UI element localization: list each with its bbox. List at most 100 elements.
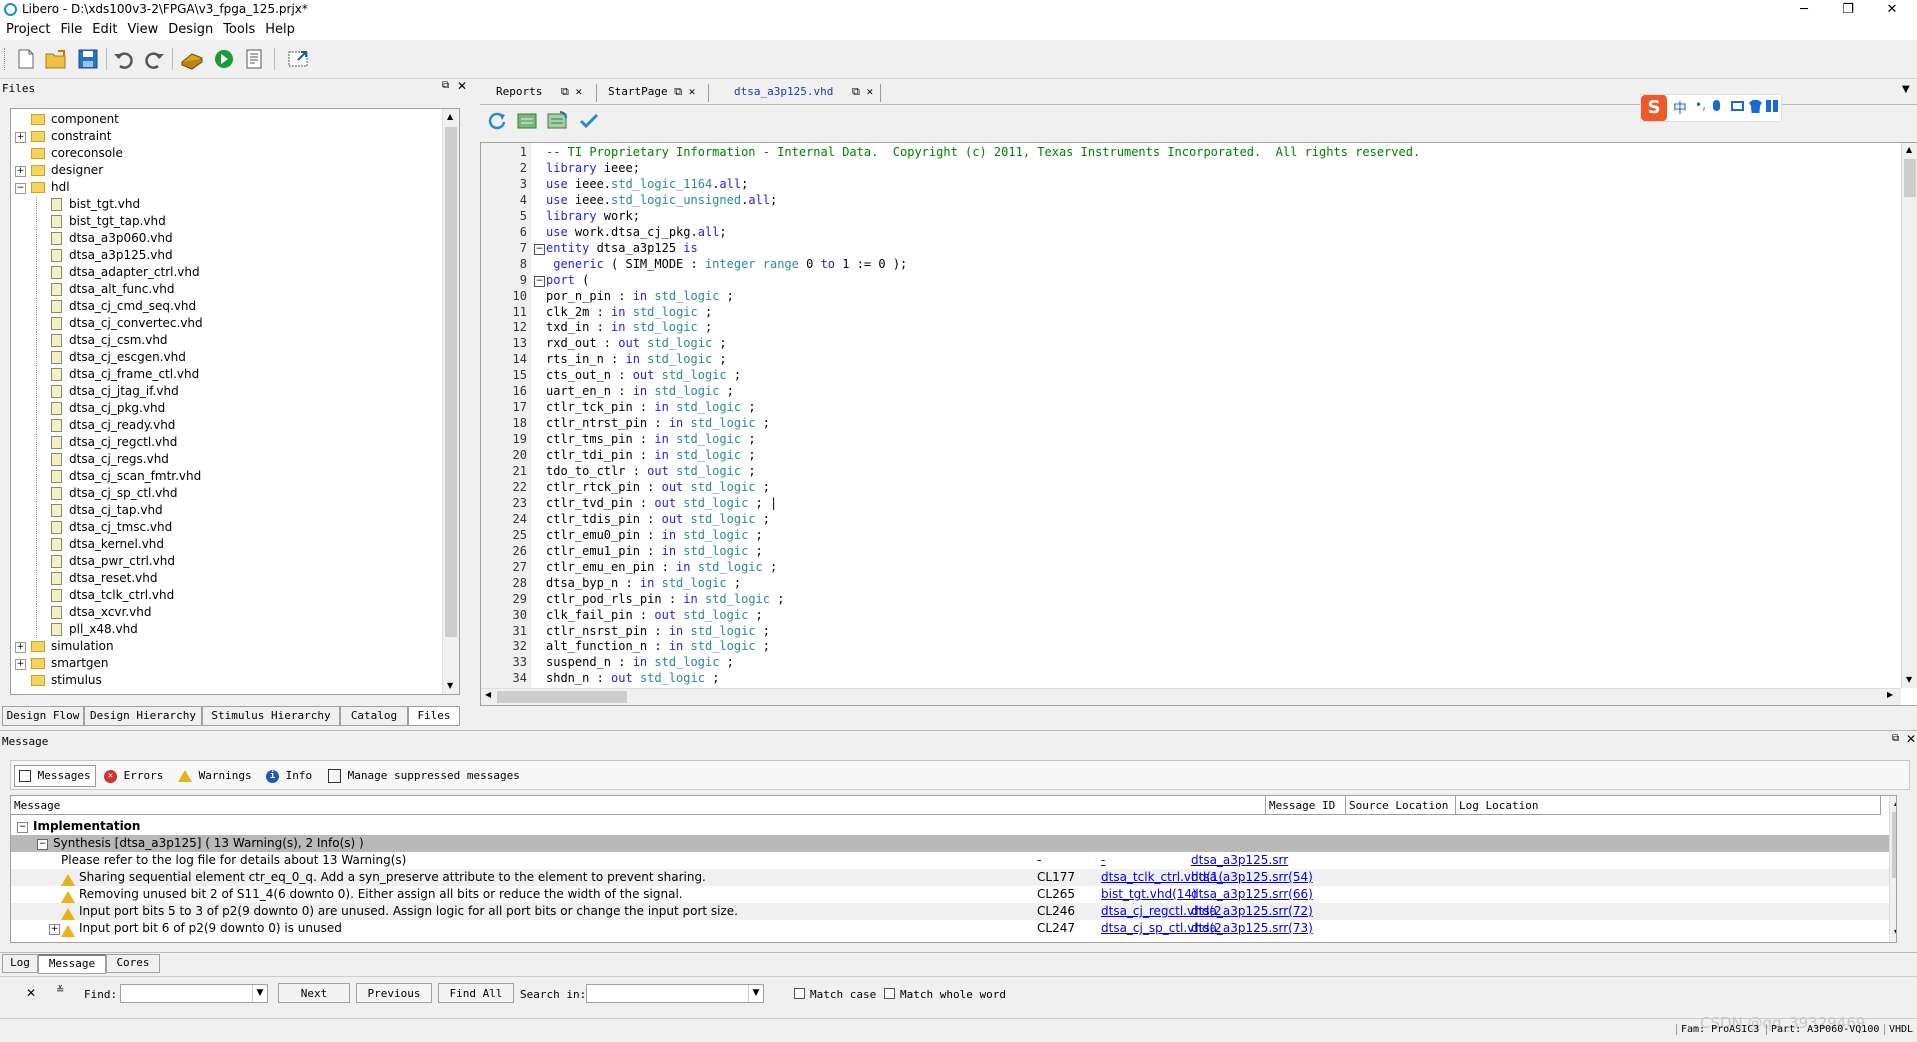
tree-folder[interactable]: + smartgen bbox=[11, 655, 441, 672]
code-line[interactable]: generic ( SIM_MODE : integer range 0 to … bbox=[546, 257, 907, 271]
check-syntax-icon[interactable] bbox=[578, 110, 600, 132]
tree-file[interactable]: dtsa_tclk_ctrl.vhd bbox=[11, 587, 441, 604]
expand-icon[interactable]: + bbox=[15, 659, 26, 670]
tree-folder[interactable]: + designer bbox=[11, 162, 441, 179]
message-row[interactable]: Sharing sequential element ctr_eq_0_q. A… bbox=[11, 869, 1891, 886]
log-location-link[interactable]: dtsa_a3p125.srr(66) bbox=[1191, 886, 1313, 903]
code-line[interactable]: ctlr_tdis_pin : out std_logic ; bbox=[546, 512, 770, 526]
fold-icon[interactable]: − bbox=[534, 243, 545, 255]
expand-icon[interactable]: + bbox=[15, 642, 26, 653]
group-synthesis[interactable]: − Synthesis [dtsa_a3p125] ( 13 Warning(s… bbox=[11, 835, 1894, 852]
source-location-link[interactable]: - bbox=[1101, 852, 1105, 869]
tree-folder[interactable]: stimulus bbox=[11, 672, 441, 689]
code-line[interactable]: tdo_to_ctlr : out std_logic ; bbox=[546, 464, 756, 478]
ime-punctuation-icon[interactable]: •, bbox=[1695, 98, 1706, 112]
next-button[interactable]: Next bbox=[278, 983, 350, 1003]
run-icon[interactable] bbox=[212, 48, 236, 70]
filter-warnings[interactable]: Warnings bbox=[178, 764, 252, 788]
tree-file[interactable]: dtsa_cj_regs.vhd bbox=[11, 451, 441, 468]
refresh-icon[interactable] bbox=[486, 110, 508, 132]
tree-file[interactable]: bist_tgt.vhd bbox=[11, 196, 441, 213]
tab-log[interactable]: Log bbox=[2, 954, 38, 973]
col-log-location[interactable]: Log Location bbox=[1456, 796, 1881, 815]
report-icon[interactable] bbox=[242, 48, 266, 70]
code-line[interactable]: txd_in : in std_logic ; bbox=[546, 320, 712, 334]
fold-icon[interactable]: − bbox=[534, 275, 545, 287]
search-in-select[interactable]: ▼ bbox=[586, 984, 764, 1003]
editor-horizontal-scrollbar[interactable]: ◀ ▶ bbox=[481, 688, 1901, 705]
search-in-dropdown-icon[interactable]: ▼ bbox=[748, 985, 763, 1002]
menu-tools[interactable]: Tools bbox=[217, 20, 259, 37]
menu-help[interactable]: Help bbox=[259, 20, 299, 37]
code-line[interactable]: ctlr_tvd_pin : out std_logic ; | bbox=[546, 496, 777, 510]
tab-list-dropdown-icon[interactable]: ▼ bbox=[1902, 84, 1910, 95]
tree-folder[interactable]: + constraint bbox=[11, 128, 441, 145]
message-row[interactable]: Removing unused bit 2 of S11_4(6 downto … bbox=[11, 886, 1891, 903]
menu-file[interactable]: File bbox=[54, 20, 86, 37]
tab-dtsa-a3p125[interactable]: dtsa_a3p125.vhd ⧉ ✕ bbox=[734, 82, 873, 102]
tree-folder[interactable]: coreconsole bbox=[11, 145, 441, 162]
message-row[interactable]: Please refer to the log file for details… bbox=[11, 852, 1891, 869]
code-line[interactable]: ctlr_ntrst_pin : in std_logic ; bbox=[546, 416, 770, 430]
menu-edit[interactable]: Edit bbox=[86, 20, 121, 37]
code-line[interactable]: ctlr_tms_pin : in std_logic ; bbox=[546, 432, 756, 446]
close-panel-icon[interactable]: ✕ bbox=[457, 79, 467, 93]
tree-file[interactable]: dtsa_adapter_ctrl.vhd bbox=[11, 264, 441, 281]
code-line[interactable]: ctlr_tdi_pin : in std_logic ; bbox=[546, 448, 756, 462]
tree-file[interactable]: dtsa_cj_tap.vhd bbox=[11, 502, 441, 519]
code-line[interactable]: ctlr_emu0_pin : in std_logic ; bbox=[546, 528, 763, 542]
code-line[interactable]: ctlr_pod_rls_pin : in std_logic ; bbox=[546, 592, 784, 606]
tree-file[interactable]: dtsa_cj_scan_fmtr.vhd bbox=[11, 468, 441, 485]
code-line[interactable]: rxd_out : out std_logic ; bbox=[546, 336, 727, 350]
editor-scroll-thumb[interactable] bbox=[1904, 159, 1916, 197]
tree-file[interactable]: dtsa_cj_pkg.vhd bbox=[11, 400, 441, 417]
code-line[interactable]: clk_fail_pin : out std_logic ; bbox=[546, 608, 763, 622]
redo-icon[interactable] bbox=[142, 48, 166, 70]
tab-stimulus-hierarchy[interactable]: Stimulus Hierarchy bbox=[202, 706, 340, 726]
ime-chinese-mode[interactable]: 中 bbox=[1673, 98, 1687, 118]
code-line[interactable]: ctlr_emu1_pin : in std_logic ; bbox=[546, 544, 763, 558]
log-location-link[interactable]: dtsa_a3p125.srr bbox=[1191, 852, 1288, 869]
tree-file[interactable]: dtsa_cj_tmsc.vhd bbox=[11, 519, 441, 536]
code-line[interactable]: shdn_n : out std_logic ; bbox=[546, 671, 719, 685]
code-line[interactable]: ctlr_emu_en_pin : in std_logic ; bbox=[546, 560, 777, 574]
tree-file[interactable]: dtsa_cj_regctl.vhd bbox=[11, 434, 441, 451]
col-source-location[interactable]: Source Location bbox=[1346, 796, 1456, 815]
code-line[interactable]: ctlr_rtck_pin : out std_logic ; bbox=[546, 480, 770, 494]
tab-message[interactable]: Message bbox=[38, 954, 106, 974]
expand-icon[interactable]: + bbox=[15, 166, 26, 177]
comment-block-icon[interactable] bbox=[516, 110, 538, 132]
files-tree-scrollbar[interactable]: ▲ ▼ bbox=[442, 109, 459, 694]
tree-folder[interactable]: + simulation bbox=[11, 638, 441, 655]
log-location-link[interactable]: dtsa_a3p125.srr(72) bbox=[1191, 903, 1313, 920]
open-folder-icon[interactable] bbox=[44, 48, 68, 70]
menu-project[interactable]: Project bbox=[0, 20, 54, 37]
expand-icon[interactable]: + bbox=[49, 924, 60, 935]
code-line[interactable]: ctlr_nsrst_pin : in std_logic ; bbox=[546, 624, 770, 638]
ime-voice-icon[interactable] bbox=[1713, 100, 1720, 111]
sogou-logo-icon[interactable]: S bbox=[1641, 95, 1667, 121]
files-tree-scroll-thumb[interactable] bbox=[445, 127, 457, 637]
filter-info[interactable]: i Info bbox=[266, 764, 312, 788]
code-editor[interactable]: 1 2 3 4 5 6 7 8 9 10 11 12 13 14 15 16 17 18 19 20 21 22 23 24 2… bbox=[480, 142, 1917, 706]
tab-cores[interactable]: Cores bbox=[106, 954, 160, 973]
code-line[interactable]: use ieee.std_logic_1164.all; bbox=[546, 177, 748, 191]
code-line[interactable]: use ieee.std_logic_unsigned.all; bbox=[546, 193, 777, 207]
window-layout-icon[interactable] bbox=[286, 48, 310, 70]
editor-hscroll-thumb[interactable] bbox=[497, 691, 627, 703]
col-message[interactable]: Message bbox=[11, 796, 1266, 815]
float-panel-icon[interactable]: ⧉ bbox=[442, 80, 449, 91]
message-row[interactable]: Input port bits 5 to 3 of p2(9 downto 0)… bbox=[11, 903, 1891, 920]
code-line[interactable]: -- TI Proprietary Information - Internal… bbox=[546, 145, 1420, 159]
tree-file[interactable]: dtsa_cj_sp_ctl.vhd bbox=[11, 485, 441, 502]
find-all-button[interactable]: Find All bbox=[438, 983, 514, 1003]
ime-skin-icon[interactable] bbox=[1749, 100, 1762, 113]
close-window-button[interactable]: ✕ bbox=[1872, 0, 1912, 20]
filter-errors[interactable]: ✕ Errors bbox=[104, 764, 163, 788]
tree-file[interactable]: dtsa_cj_frame_ctl.vhd bbox=[11, 366, 441, 383]
find-close-icon[interactable]: ✕ bbox=[26, 986, 36, 1000]
code-line[interactable]: library ieee; bbox=[546, 161, 640, 175]
new-file-icon[interactable] bbox=[14, 48, 38, 70]
filter-suppressed[interactable]: Manage suppressed messages bbox=[328, 764, 520, 788]
code-line[interactable]: clk_2m : in std_logic ; bbox=[546, 305, 712, 319]
